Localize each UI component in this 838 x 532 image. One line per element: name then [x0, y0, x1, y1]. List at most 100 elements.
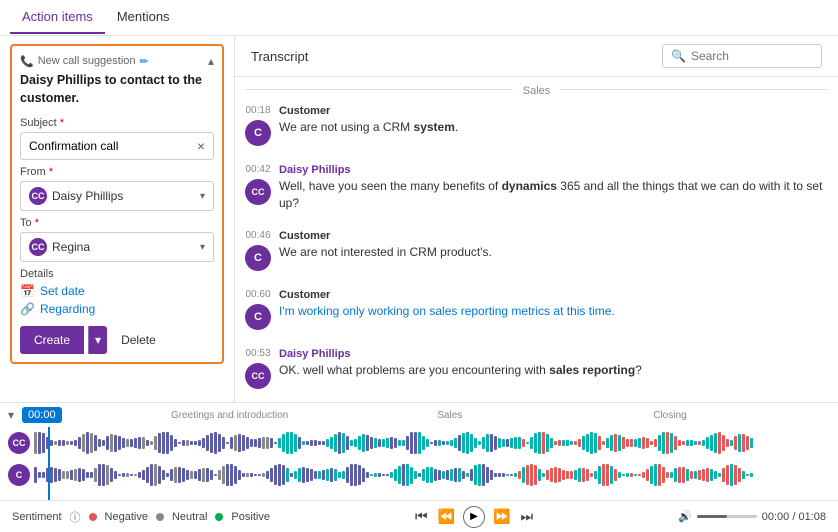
entry-content: Daisy Phillips OK. well what problems ar… — [279, 348, 828, 389]
positive-label: Positive — [231, 511, 270, 523]
pencil-icon[interactable]: ✏ — [140, 55, 149, 68]
avatar: C — [245, 304, 271, 330]
link-icon: 🔗 — [20, 302, 35, 316]
entry-name: Customer — [279, 289, 828, 301]
collapse-icon[interactable]: ▴ — [208, 54, 214, 68]
content-area: 📞 New call suggestion ✏ ▴ Daisy Phillips… — [0, 36, 838, 402]
app-container: Action items Mentions 📞 New call suggest… — [0, 0, 838, 532]
volume-area: 🔊 00:00 / 01:08 — [678, 510, 826, 523]
entry-text: We are not using a CRM system. — [279, 119, 828, 136]
entry-text: I'm working only working on sales report… — [279, 303, 828, 320]
waveform-avatar-customer: C — [8, 464, 30, 486]
create-label: Create — [34, 333, 70, 347]
sales-divider: Sales — [245, 77, 828, 101]
entry-name: Customer — [279, 230, 828, 242]
transcript-entry: 00:18 C Customer We are not using a CRM … — [245, 101, 828, 150]
search-box[interactable]: 🔍 — [662, 44, 822, 68]
create-dropdown-button[interactable]: ▾ — [88, 326, 107, 354]
entry-time: 00:42 — [245, 164, 270, 175]
delete-button[interactable]: Delete — [111, 326, 166, 354]
entry-time: 00:60 — [245, 289, 270, 300]
negative-dot — [89, 513, 97, 521]
to-chevron-icon: ▾ — [200, 242, 205, 253]
suggestion-label: 📞 New call suggestion ✏ — [20, 55, 149, 68]
fast-forward-button[interactable]: ⏩ — [491, 506, 512, 527]
search-input[interactable] — [691, 49, 813, 63]
subject-label: Subject * — [20, 117, 214, 129]
sentiment-label: Sentiment — [12, 511, 62, 523]
entry-time: 00:46 — [245, 230, 270, 241]
timeline-sections: Greetings and introduction Sales Closing — [70, 410, 830, 421]
bottom-controls: Sentiment ⓘ Negative Neutral Positive ⏮ … — [0, 500, 838, 532]
to-value: Regina — [52, 240, 90, 254]
regarding-link[interactable]: 🔗 Regarding — [20, 302, 214, 316]
transcript-entry: 00:60 C Customer I'm working only workin… — [245, 285, 828, 334]
entry-time: 00:18 — [245, 105, 270, 116]
phone-icon: 📞 — [20, 55, 34, 68]
to-field-content: CC Regina — [29, 238, 90, 256]
from-chevron-icon: ▾ — [200, 191, 205, 202]
timeline-section-closing: Closing — [560, 410, 780, 421]
entry-content: Customer We are not interested in CRM pr… — [279, 230, 828, 271]
waveform-row-customer: C — [8, 461, 830, 489]
set-date-link[interactable]: 📅 Set date — [20, 284, 214, 298]
entry-text: Well, have you seen the many benefits of… — [279, 178, 828, 212]
from-label: From * — [20, 166, 214, 178]
entry-content: Daisy Phillips Well, have you seen the m… — [279, 164, 828, 212]
clear-icon[interactable]: × — [197, 138, 205, 154]
volume-icon: 🔊 — [678, 510, 692, 523]
playhead — [48, 427, 50, 500]
search-icon: 🔍 — [671, 49, 686, 63]
waveform-avatar-daisy: CC — [8, 432, 30, 454]
entry-text: OK. well what problems are you encounter… — [279, 362, 828, 379]
transcript-header: Transcript 🔍 — [235, 36, 838, 77]
to-avatar: CC — [29, 238, 47, 256]
subject-text-input[interactable] — [29, 139, 197, 153]
to-label: To * — [20, 217, 214, 229]
from-select[interactable]: CC Daisy Phillips ▾ — [20, 181, 214, 211]
transcript-title: Transcript — [251, 49, 308, 64]
entry-content: Customer I'm working only working on sal… — [279, 289, 828, 330]
neutral-label: Neutral — [172, 511, 207, 523]
timeline-header: ▾ 00:00 Greetings and introduction Sales… — [0, 403, 838, 427]
from-field-content: CC Daisy Phillips — [29, 187, 123, 205]
neutral-dot — [156, 513, 164, 521]
tab-mentions[interactable]: Mentions — [105, 1, 182, 34]
top-tabs: Action items Mentions — [0, 0, 838, 36]
skip-forward-button[interactable]: ⏭ — [518, 506, 535, 527]
action-buttons: Create ▾ Delete — [20, 326, 214, 354]
left-panel: 📞 New call suggestion ✏ ▴ Daisy Phillips… — [0, 36, 235, 402]
play-button[interactable]: ▶ — [463, 506, 485, 528]
suggestion-title: Daisy Phillips to contact to the custome… — [20, 72, 214, 107]
time-display: 00:00 / 01:08 — [762, 511, 826, 523]
from-avatar: CC — [29, 187, 47, 205]
bottom-area: ▾ 00:00 Greetings and introduction Sales… — [0, 402, 838, 532]
avatar: CC — [245, 363, 271, 389]
call-suggestion-form: 📞 New call suggestion ✏ ▴ Daisy Phillips… — [10, 44, 224, 364]
details-label: Details — [20, 268, 214, 280]
subject-input[interactable]: × — [20, 132, 214, 160]
positive-dot — [215, 513, 223, 521]
transcript-entry: 00:42 CC Daisy Phillips Well, have you s… — [245, 160, 828, 216]
skip-back-button[interactable]: ⏮ — [413, 506, 430, 527]
transcript-entry: 00:53 CC Daisy Phillips OK. well what pr… — [245, 344, 828, 393]
tab-action-items[interactable]: Action items — [10, 1, 105, 34]
volume-slider[interactable] — [697, 515, 757, 518]
create-button[interactable]: Create — [20, 326, 84, 354]
suggestion-header: 📞 New call suggestion ✏ ▴ — [20, 54, 214, 68]
timeline-current-time: 00:00 — [22, 407, 62, 423]
waveform-track-customer[interactable] — [34, 461, 830, 489]
timeline-toggle[interactable]: ▾ — [8, 408, 14, 422]
timeline-section-sales: Sales — [340, 410, 560, 421]
entry-name: Customer — [279, 105, 828, 117]
waveform-track-daisy[interactable] — [34, 429, 830, 457]
right-panel: Transcript 🔍 Sales 00:18 C — [235, 36, 838, 402]
from-value: Daisy Phillips — [52, 189, 123, 203]
transcript-body: Sales 00:18 C Customer We are not using … — [235, 77, 838, 402]
entry-name: Daisy Phillips — [279, 348, 828, 360]
to-select[interactable]: CC Regina ▾ — [20, 232, 214, 262]
timeline-section-greetings: Greetings and introduction — [120, 410, 340, 421]
details-section: Details 📅 Set date 🔗 Regarding — [20, 268, 214, 316]
info-icon: ⓘ — [70, 509, 81, 525]
rewind-button[interactable]: ⏪ — [436, 506, 457, 527]
